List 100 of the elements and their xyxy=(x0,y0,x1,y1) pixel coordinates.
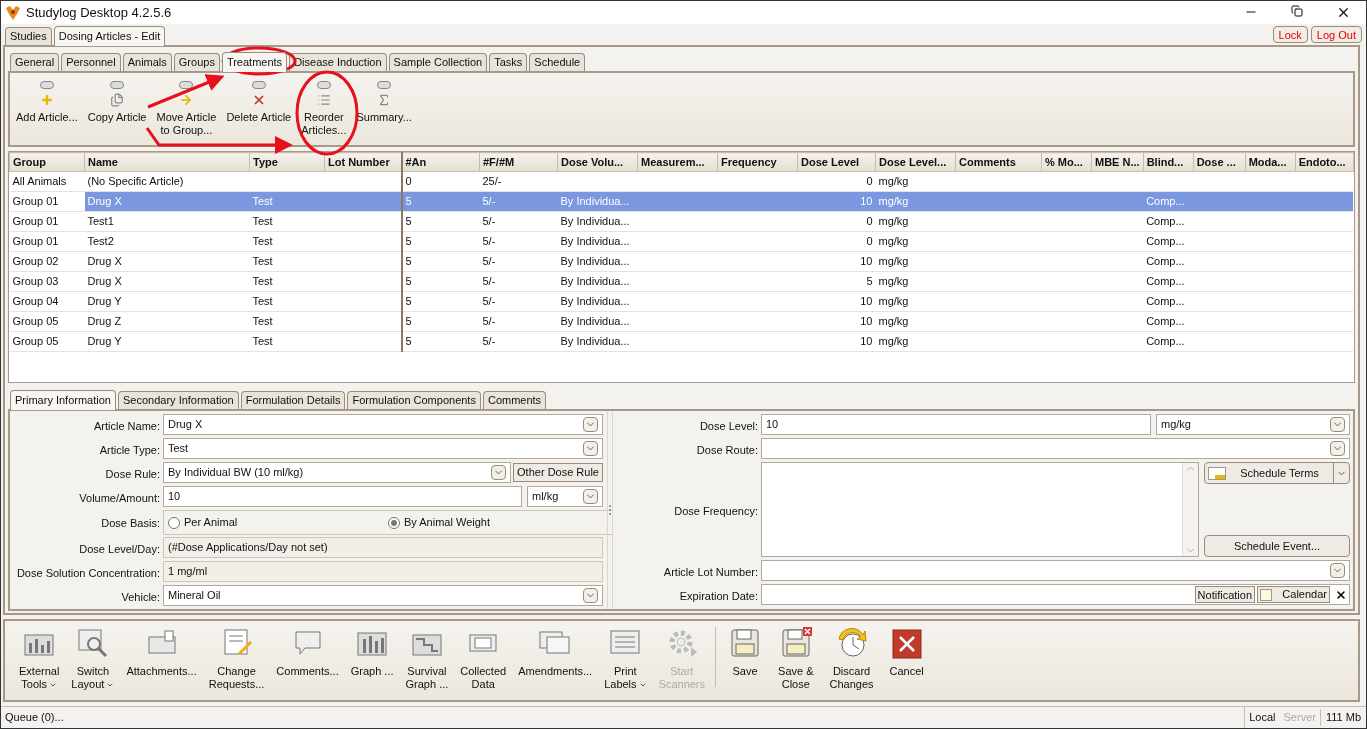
column-header[interactable]: Dose Volu... xyxy=(557,152,638,172)
log-out-button[interactable]: Log Out xyxy=(1310,26,1362,43)
dropdown-arrow-icon[interactable] xyxy=(583,588,598,603)
toolbar-button[interactable]: Move Article to Group... xyxy=(152,77,221,137)
radio-option[interactable]: By Animal Weight xyxy=(388,514,608,531)
toolbar-button[interactable]: Graph ... xyxy=(344,627,400,678)
tab[interactable]: Dosing Articles - Edit xyxy=(53,26,166,46)
input-field[interactable]: 10 xyxy=(163,486,522,507)
table-row[interactable]: Group 01 Test1 Test 5 5/- By Individua... 0 mg/kg Comp... xyxy=(9,211,1354,232)
table-row[interactable]: Group 01 Test2 Test 5 5/- By Individua... 0 mg/kg Comp... xyxy=(9,231,1354,252)
tab[interactable]: Secondary Information xyxy=(118,391,239,409)
input-field[interactable]: 10 xyxy=(761,414,1151,435)
dropdown-arrow-icon[interactable] xyxy=(1330,441,1345,456)
tab[interactable]: Primary Information xyxy=(10,390,116,410)
toolbar-button[interactable]: Change Requests... xyxy=(202,627,271,691)
toolbar-button[interactable]: Attachments... xyxy=(120,627,203,678)
column-header[interactable]: #F/#M xyxy=(479,152,558,172)
column-header[interactable]: Name xyxy=(84,152,250,172)
column-header[interactable]: Measurem... xyxy=(637,152,718,172)
schedule-event-button[interactable]: Schedule Event... xyxy=(1204,535,1350,557)
combo-field[interactable]: By Individual BW (10 ml/kg) xyxy=(163,462,512,483)
table-row[interactable]: Group 05 Drug Z Test 5 5/- By Individua... 10 mg/kg Comp... xyxy=(9,311,1354,332)
table-cell: Comp... xyxy=(1143,331,1194,352)
table-row[interactable]: Group 01 Drug X Test 5 5/- By Individua... 10 mg/kg Comp... xyxy=(9,191,1354,212)
table-row[interactable]: Group 02 Drug X Test 5 5/- By Individua... 10 mg/kg Comp... xyxy=(9,251,1354,272)
combo-field[interactable]: Mineral Oil xyxy=(163,585,603,606)
column-header[interactable]: Comments xyxy=(955,152,1042,172)
toolbar-button[interactable]: Print Labels xyxy=(598,627,653,691)
table-cell: Group 03 xyxy=(9,271,85,292)
dropdown-arrow-icon[interactable] xyxy=(1330,417,1345,432)
tab[interactable]: Formulation Components xyxy=(347,391,481,409)
tab[interactable]: Schedule xyxy=(529,53,586,71)
toolbar-button[interactable]: Survival Graph ... xyxy=(399,627,455,691)
unit-combo-field[interactable]: ml/kg xyxy=(527,486,603,507)
toolbar-button[interactable]: Reorder Articles... xyxy=(297,77,351,137)
column-header[interactable]: Type xyxy=(249,152,325,172)
dropdown-arrow-icon[interactable] xyxy=(1330,563,1345,578)
toolbar-button[interactable]: Copy Article xyxy=(83,77,151,124)
radio-option[interactable]: Per Animal xyxy=(168,514,388,531)
dropdown-arrow-icon[interactable] xyxy=(583,417,598,432)
column-header[interactable]: MBE N... xyxy=(1091,152,1144,172)
date-field[interactable]: Notification Calendar xyxy=(761,584,1350,605)
tab[interactable]: Studies xyxy=(5,27,52,45)
table-cell: Test xyxy=(249,291,325,312)
action-button[interactable]: Cancel xyxy=(881,627,932,678)
tab[interactable]: Groups xyxy=(173,53,220,71)
clear-icon[interactable] xyxy=(1335,588,1347,601)
tab[interactable]: General xyxy=(10,53,60,71)
column-header[interactable]: Endoto... xyxy=(1295,152,1354,172)
other-dose-rule-button[interactable]: Other Dose Rule xyxy=(513,463,603,482)
tab[interactable]: Disease Induction xyxy=(289,53,387,71)
column-header[interactable]: Moda... xyxy=(1245,152,1296,172)
column-header[interactable]: #An xyxy=(401,152,480,172)
combo-field[interactable] xyxy=(761,560,1350,581)
column-header[interactable]: Dose Level xyxy=(797,152,876,172)
table-row[interactable]: Group 03 Drug X Test 5 5/- By Individua... 5 mg/kg Comp... xyxy=(9,271,1354,292)
scrollbar[interactable] xyxy=(1182,463,1198,556)
column-header[interactable]: % Mo... xyxy=(1041,152,1092,172)
action-button[interactable]: Discard Changes xyxy=(821,627,882,691)
tab[interactable]: Sample Collection xyxy=(388,53,488,71)
schedule-terms-button[interactable]: Schedule Terms xyxy=(1204,462,1350,484)
dropdown-arrow-icon[interactable] xyxy=(583,441,598,456)
action-button[interactable]: Save & Close xyxy=(770,627,822,691)
column-header[interactable]: Dose ... xyxy=(1193,152,1246,172)
column-header[interactable]: Group xyxy=(9,152,85,172)
column-header[interactable]: Lot Number xyxy=(324,152,402,172)
unit-combo-field[interactable]: mg/kg xyxy=(1156,414,1350,435)
column-header[interactable]: Dose Level... xyxy=(875,152,956,172)
tab[interactable]: Comments xyxy=(482,391,547,409)
table-cell: 0 xyxy=(401,171,480,192)
table-cell: Comp... xyxy=(1143,311,1194,332)
table-row[interactable]: Group 05 Drug Y Test 5 5/- By Individua... 10 mg/kg Comp... xyxy=(9,331,1354,352)
tab[interactable]: Animals xyxy=(122,53,172,71)
splitter-handle[interactable] xyxy=(607,411,613,609)
table-cell: Group 05 xyxy=(9,331,85,352)
column-header[interactable]: Blind... xyxy=(1143,152,1194,172)
notification-button[interactable]: Notification xyxy=(1194,586,1255,603)
combo-field[interactable] xyxy=(761,438,1350,459)
tab[interactable]: Formulation Details xyxy=(240,391,346,409)
combo-field[interactable]: Test xyxy=(163,438,603,459)
combo-field[interactable]: Drug X xyxy=(163,414,603,435)
toolbar-button[interactable]: Collected Data xyxy=(454,627,513,691)
toolbar-button[interactable]: Amendments... xyxy=(512,627,599,678)
column-header[interactable]: Frequency xyxy=(717,152,798,172)
tab[interactable]: Personnel xyxy=(61,53,121,71)
toolbar-button[interactable]: Delete Article xyxy=(222,77,296,124)
toolbar-button[interactable]: External Tools xyxy=(13,627,66,691)
tab[interactable]: Tasks xyxy=(489,53,528,71)
action-button[interactable]: Save xyxy=(720,627,771,678)
toolbar-button[interactable]: Summary... xyxy=(352,77,416,124)
toolbar-button[interactable]: Switch Layout xyxy=(65,627,121,691)
lock-button[interactable]: Lock xyxy=(1272,26,1308,43)
toolbar-button[interactable]: Add Article... xyxy=(12,77,82,124)
dropdown-arrow-icon[interactable] xyxy=(491,465,507,480)
calendar-button[interactable]: Calendar xyxy=(1257,586,1330,603)
table-row[interactable]: Group 04 Drug Y Test 5 5/- By Individua... 10 mg/kg Comp... xyxy=(9,291,1354,312)
tab[interactable]: Treatments xyxy=(221,52,288,72)
toolbar-button[interactable]: Comments... xyxy=(270,627,345,678)
text-area[interactable] xyxy=(761,462,1199,557)
dropdown-arrow-icon[interactable] xyxy=(583,489,598,504)
